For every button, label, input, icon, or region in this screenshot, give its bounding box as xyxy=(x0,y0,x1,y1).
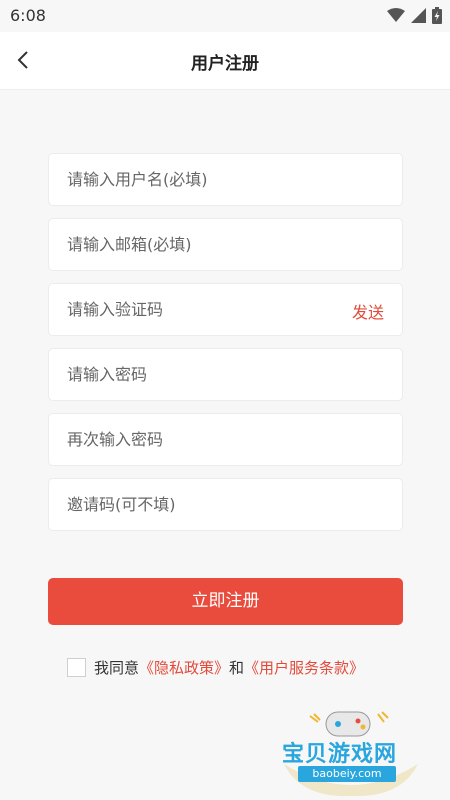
password-input[interactable] xyxy=(49,349,309,400)
register-button[interactable]: 立即注册 xyxy=(48,578,403,625)
watermark: 宝贝游戏网 baobeiy.com xyxy=(276,706,426,796)
send-code-button[interactable]: 发送 xyxy=(352,299,384,323)
nav-bar: 用户注册 xyxy=(0,32,450,90)
privacy-policy-link[interactable]: 《隐私政策》 xyxy=(139,657,229,678)
battery-icon xyxy=(432,6,442,24)
password-field[interactable] xyxy=(48,348,403,401)
status-time: 6:08 xyxy=(10,6,46,25)
watermark-url: baobeiy.com xyxy=(298,766,396,782)
email-field[interactable] xyxy=(48,218,403,271)
verification-code-field[interactable]: 发送 xyxy=(48,283,403,336)
page-title: 用户注册 xyxy=(191,54,259,74)
verification-code-input[interactable] xyxy=(49,284,309,335)
username-field[interactable] xyxy=(48,153,403,206)
confirm-password-field[interactable] xyxy=(48,413,403,466)
signal-icon xyxy=(411,7,426,23)
email-input[interactable] xyxy=(49,219,309,270)
invite-code-field[interactable] xyxy=(48,478,403,531)
invite-code-input[interactable] xyxy=(49,479,309,530)
wifi-icon xyxy=(387,7,405,22)
username-input[interactable] xyxy=(49,154,309,205)
watermark-brand: 宝贝游戏网 xyxy=(282,742,398,767)
agree-and: 和 xyxy=(229,658,245,677)
status-icons xyxy=(387,6,442,24)
agree-prefix: 我同意 xyxy=(94,658,140,677)
status-bar: 6:08 xyxy=(0,0,450,32)
terms-of-service-link[interactable]: 《用户服务条款》 xyxy=(244,657,364,678)
agree-checkbox[interactable] xyxy=(67,657,86,677)
agreement-row: 我同意 《隐私政策》 和 《用户服务条款》 xyxy=(67,656,364,678)
confirm-password-input[interactable] xyxy=(49,414,309,465)
